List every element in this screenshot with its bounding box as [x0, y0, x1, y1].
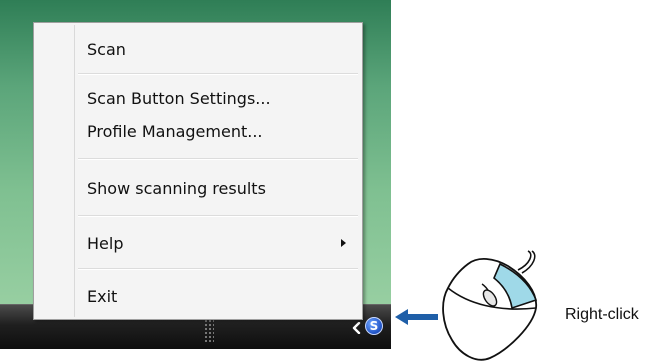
menu-item-label: Show scanning results — [87, 178, 266, 198]
menu-item-profile-management[interactable]: Profile Management... — [34, 114, 362, 148]
menu-item-scan-button-settings[interactable]: Scan Button Settings... — [34, 81, 362, 115]
mouse-right-click-icon — [442, 250, 538, 361]
menu-separator — [78, 215, 358, 217]
chevron-left-icon[interactable] — [350, 321, 364, 335]
menu-separator — [78, 268, 358, 270]
menu-item-label: Scan Button Settings... — [87, 88, 271, 108]
menu-item-scan[interactable]: Scan — [34, 32, 362, 66]
submenu-arrow-icon — [341, 239, 346, 247]
menu-item-label: Scan — [87, 39, 126, 59]
arrow-left-icon — [395, 309, 438, 325]
menu-separator — [78, 158, 358, 160]
menu-item-help[interactable]: Help — [34, 226, 362, 260]
right-click-label: Right-click — [565, 306, 639, 323]
menu-item-exit[interactable]: Exit — [34, 279, 362, 313]
menu-item-label: Profile Management... — [87, 121, 263, 141]
scan-tray-icon[interactable]: S — [365, 317, 383, 335]
menu-item-label: Help — [87, 233, 124, 253]
menu-item-label: Exit — [87, 286, 118, 306]
context-menu: Scan Scan Button Settings... Profile Man… — [33, 22, 363, 320]
screenshot-stage: S Scan Scan Button Settings... Profile M… — [0, 0, 672, 363]
menu-item-show-scanning-results[interactable]: Show scanning results — [34, 171, 362, 205]
tray-icon-glyph: S — [369, 319, 379, 333]
menu-separator — [78, 73, 358, 75]
